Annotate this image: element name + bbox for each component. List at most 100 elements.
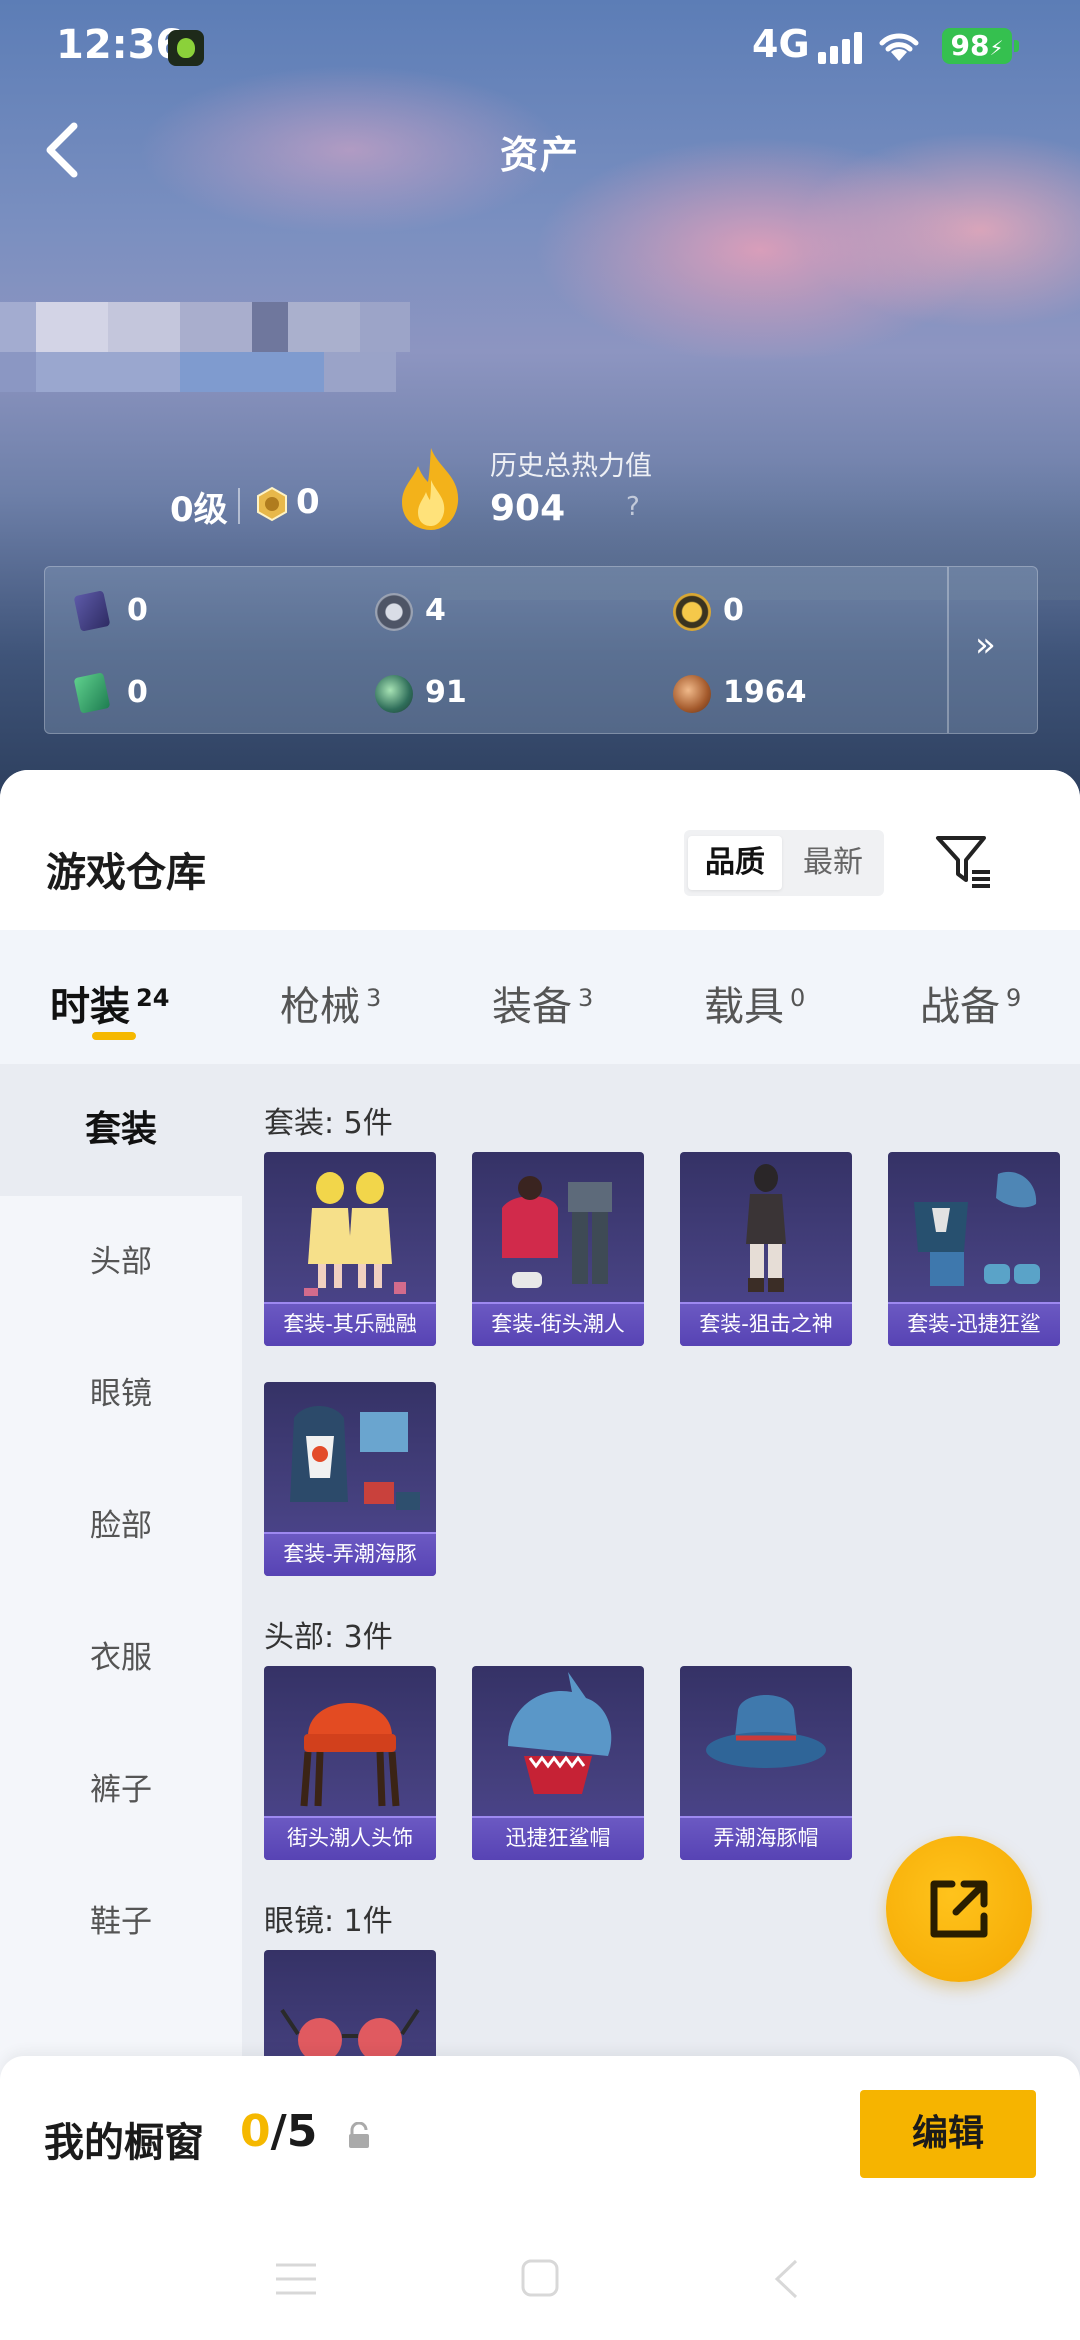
home-icon[interactable] [520,2258,560,2298]
item-card[interactable]: 套装-街头潮人 [472,1152,644,1346]
gold-token-icon [673,593,711,631]
item-label: 迅捷狂鲨帽 [472,1816,644,1860]
showcase-title: 我的橱窗 [44,2120,204,2166]
bronze-coin-icon [673,675,711,713]
tab-count: 24 [136,983,170,1012]
card-ticket-icon [73,590,111,632]
asset-value: 1964 [723,675,807,710]
section-title: 头部: 3件 [264,1620,393,1655]
category-tabs: 时装 24 枪械 3 装备 3 载具 0 战备 9 [0,930,1080,1064]
item-card[interactable]: 套装-迅捷狂鲨 [888,1152,1060,1346]
rank-badge-icon [254,486,290,522]
rank-value: 0 [296,482,320,522]
tab-label: 战备 [920,984,1000,1030]
outfit-art [502,1176,612,1288]
tab-fashion[interactable]: 时装 24 [50,974,169,1032]
green-orb-icon [375,675,413,713]
tab-count: 9 [1006,983,1022,1012]
item-card[interactable]: 套装-狙击之神 [680,1152,852,1346]
tab-count: 3 [366,983,382,1012]
tab-equipment[interactable]: 装备 3 [492,974,593,1032]
lock-icon [346,2121,372,2150]
item-label: 套装-狙击之神 [680,1302,852,1346]
external-link-icon [930,1880,988,1938]
system-navigation-bar [0,2222,1080,2340]
item-card[interactable]: 套装-弄潮海豚 [264,1382,436,1576]
sort-option-newest[interactable]: 最新 [786,836,880,890]
item-label: 套装-其乐融融 [264,1302,436,1346]
signal-icon [818,30,868,64]
sidebar-item-glasses[interactable]: 眼镜 [0,1328,242,1460]
edit-button[interactable]: 编辑 [860,2090,1036,2178]
showcase-current: 0 [240,2106,271,2157]
sidebar-item-face[interactable]: 脸部 [0,1460,242,1592]
status-time: 12:36 [56,22,184,68]
asset-value: 91 [425,675,467,710]
warehouse-title: 游戏仓库 [46,850,206,896]
sidebar-item-shoes[interactable]: 鞋子 [0,1856,242,1988]
section-title: 眼镜: 1件 [264,1904,393,1939]
player-level: 0级 [170,490,228,530]
filter-icon [936,836,990,888]
sort-option-quality[interactable]: 品质 [688,836,782,890]
item-card[interactable]: 迅捷狂鲨帽 [472,1666,644,1860]
page-title: 资产 [499,133,580,177]
silver-coin-icon [375,593,413,631]
asset-value: 0 [127,593,148,628]
share-fab-button[interactable] [886,1836,1032,1982]
tab-weapons[interactable]: 枪械 3 [280,974,381,1032]
menu-icon[interactable] [274,2262,318,2296]
battery-level: 98 [950,29,990,62]
item-label: 街头潮人头饰 [264,1816,436,1860]
heat-value: 904 [490,488,566,529]
item-card[interactable]: 弄潮海豚帽 [680,1666,852,1860]
headwear-art [508,1672,612,1794]
status-bar: 12:36 4G 98⚡ [0,0,1080,95]
green-card-icon [73,672,111,714]
tab-label: 枪械 [280,984,360,1030]
outfit-art [914,1171,1040,1286]
filter-button[interactable] [934,830,994,890]
tab-label: 时装 [50,984,130,1030]
tab-label: 装备 [492,984,572,1030]
item-label: 套装-街头潮人 [472,1302,644,1346]
divider [238,488,240,524]
back-nav-icon[interactable] [772,2258,800,2300]
active-tab-indicator [92,1032,136,1040]
item-card[interactable]: 街头潮人头饰 [264,1666,436,1860]
tab-supplies[interactable]: 战备 9 [920,974,1021,1032]
headwear-art [706,1695,826,1768]
network-type: 4G [752,22,810,66]
tab-vehicles[interactable]: 载具 0 [704,974,805,1032]
showcase-total: /5 [270,2106,318,2157]
item-label: 弄潮海豚帽 [680,1816,852,1860]
asset-value: 0 [127,675,148,710]
heat-label: 历史总热力值 [490,451,652,482]
sort-segmented-control: 品质 最新 [684,830,884,896]
expand-more-icon[interactable]: » [975,625,996,665]
asset-panel: 0 4 0 0 91 1964 » [44,566,1038,734]
showcase-count: 0/5 [240,2106,317,2157]
notification-app-icon [168,30,204,66]
help-icon[interactable]: ? [626,492,640,522]
sidebar-item-pants[interactable]: 裤子 [0,1724,242,1856]
asset-value: 0 [723,593,744,628]
wifi-icon [878,28,920,72]
flame-icon [390,446,472,532]
outfit-art [746,1164,786,1292]
sidebar-item-head[interactable]: 头部 [0,1196,242,1328]
outfit-art [290,1406,420,1510]
tab-count: 3 [578,983,594,1012]
tab-label: 载具 [704,984,784,1030]
sidebar-item-clothes[interactable]: 衣服 [0,1592,242,1724]
sidebar-item-suits[interactable]: 套装 [0,1064,242,1196]
item-label: 套装-弄潮海豚 [264,1532,436,1576]
warehouse-header: 游戏仓库 品质 最新 [0,770,1080,930]
item-label: 套装-迅捷狂鲨 [888,1302,1060,1346]
battery-indicator: 98⚡ [942,28,1019,64]
tab-count: 0 [790,983,806,1012]
divider [947,567,949,733]
asset-value: 4 [425,593,446,628]
item-card[interactable]: 套装-其乐融融 [264,1152,436,1346]
blurred-player-name [0,302,420,412]
